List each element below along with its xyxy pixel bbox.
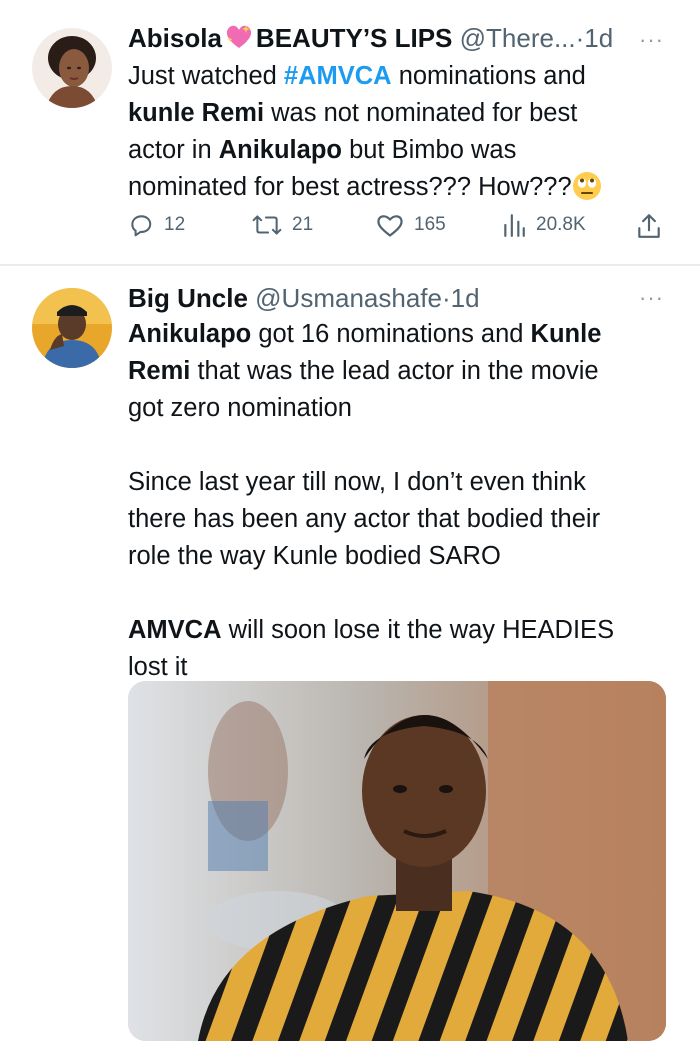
text-span-bold: Remi <box>128 357 191 385</box>
text-span: got zero nomination <box>128 394 352 422</box>
retweet-button[interactable]: 21 <box>252 212 313 238</box>
text-span-bold: Kunle <box>530 320 602 348</box>
views-icon <box>502 212 526 238</box>
text-span-bold: kunle Remi <box>128 99 265 127</box>
retweet-icon <box>252 212 282 238</box>
share-icon <box>636 212 662 240</box>
tweet-actions: 12 21 165 20.8K <box>128 212 668 244</box>
sparkling-heart-icon <box>224 22 254 57</box>
text-span: Since last year till now, I don’t even t… <box>128 468 586 496</box>
avatar[interactable] <box>32 28 112 108</box>
actor-photo-image <box>128 681 666 1041</box>
avatar[interactable] <box>32 288 112 368</box>
text-span: actor in <box>128 136 219 164</box>
reply-count: 12 <box>164 214 186 235</box>
share-button[interactable] <box>636 212 662 240</box>
views-count: 20.8K <box>536 214 586 235</box>
separator-dot: · <box>575 23 585 53</box>
tweet-header: Big Uncle @Usmanashafe·1d <box>128 282 480 314</box>
more-options-icon[interactable]: ··· <box>639 29 664 51</box>
text-span-bold: Anikulapo <box>218 136 342 164</box>
display-name-suffix[interactable]: BEAUTY’S LIPS <box>256 23 452 53</box>
like-icon <box>376 212 404 238</box>
text-span: that was the lead actor in the movie <box>190 357 599 385</box>
text-span: will soon lose it the way HEADIES <box>221 616 615 644</box>
eye-roll-emoji-icon <box>572 171 602 212</box>
text-span: was not nominated for best <box>264 99 578 127</box>
tweet-media-image[interactable] <box>128 681 666 1041</box>
text-span-bold: Anikulapo <box>128 320 252 348</box>
text-span: there has been any actor that bodied the… <box>128 505 601 533</box>
display-name[interactable]: Big Uncle <box>128 283 248 313</box>
tweet-header: Abisola BEAUTY’S LIPS @There...·1d <box>128 22 613 57</box>
text-span: role the way Kunle bodied SARO <box>128 542 501 570</box>
text-span: lost it <box>128 653 188 681</box>
more-options-icon[interactable]: ··· <box>639 287 664 309</box>
tweet-1[interactable]: Abisola BEAUTY’S LIPS @There...·1d ··· Ju… <box>0 0 700 264</box>
views-button[interactable]: 20.8K <box>502 212 586 238</box>
text-span: but Bimbo was <box>341 136 517 164</box>
handle[interactable]: @Usmanashafe <box>255 283 442 313</box>
timestamp[interactable]: 1d <box>451 283 480 313</box>
like-button[interactable]: 165 <box>376 212 446 238</box>
tweet-text: Anikulapo got 16 nominations and Kunle R… <box>128 316 673 686</box>
hashtag-link[interactable]: #AMVCA <box>284 62 392 90</box>
handle[interactable]: @There... <box>460 23 576 53</box>
separator-dot: · <box>441 283 451 313</box>
text-span: nominated for best actress??? How??? <box>128 173 572 201</box>
display-name[interactable]: Abisola <box>128 23 222 53</box>
text-span: nominations and <box>391 62 586 90</box>
reply-icon <box>128 212 154 238</box>
text-span: Just watched <box>128 62 284 90</box>
reply-button[interactable]: 12 <box>128 212 185 238</box>
tweet-text: Just watched #AMVCA nominations and kunl… <box>128 58 673 212</box>
retweet-count: 21 <box>292 214 314 235</box>
text-span: got 16 nominations and <box>251 320 531 348</box>
text-span-bold: AMVCA <box>128 616 222 644</box>
timestamp[interactable]: 1d <box>584 23 613 53</box>
tweet-2[interactable]: Big Uncle @Usmanashafe·1d ··· Anikulapo … <box>0 266 700 1041</box>
like-count: 165 <box>414 214 446 235</box>
